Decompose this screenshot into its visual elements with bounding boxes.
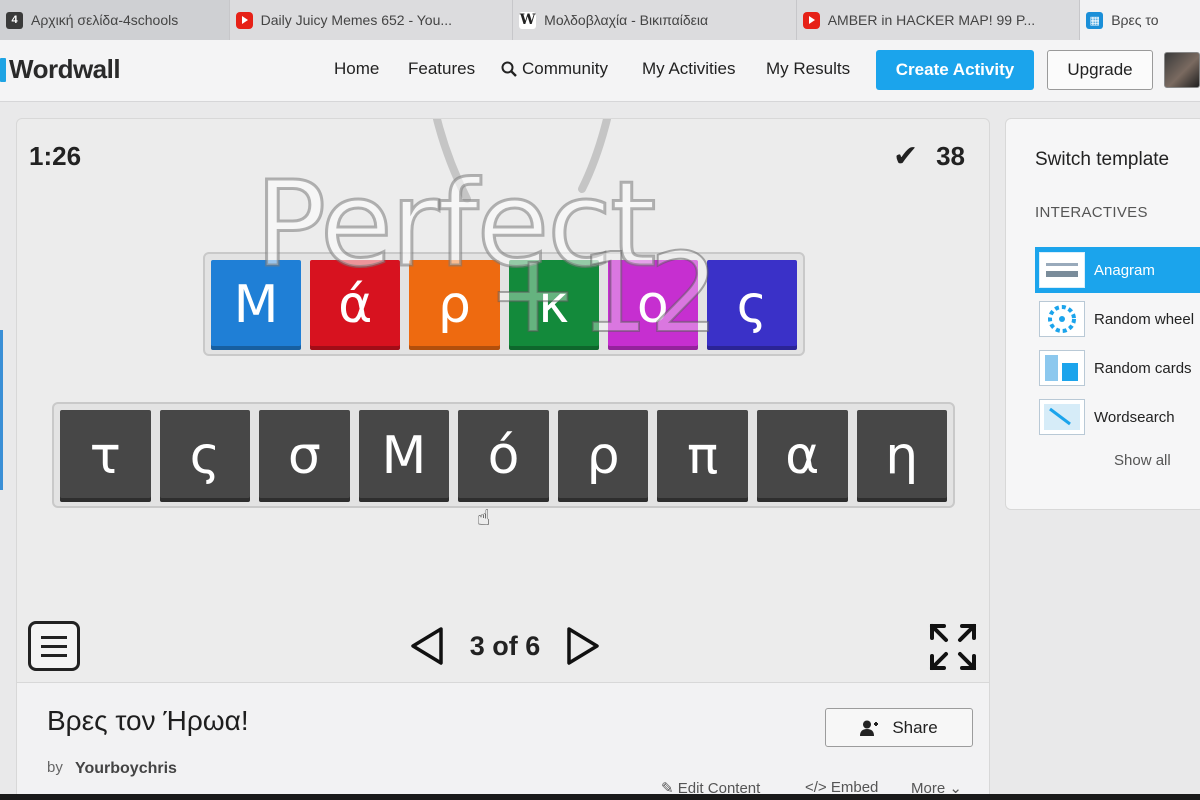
nav-features[interactable]: Features — [408, 59, 475, 79]
tab-label: Daily Juicy Memes 652 - You... — [260, 12, 453, 28]
bonus-overlay: +12 — [486, 228, 720, 358]
score: ✔ 38 — [893, 139, 965, 174]
previous-arrow-icon[interactable] — [407, 626, 447, 666]
random-cards-icon — [1039, 350, 1085, 386]
site-header: Wordwall Home Features Community My Acti… — [0, 40, 1200, 102]
activity-info: Βρες τον Ήρωα! by Yourboychris Share ✎ E… — [16, 683, 990, 800]
letter-pool-tray: τςσΜόρπαη — [52, 402, 955, 508]
nav-home[interactable]: Home — [334, 59, 379, 79]
left-edge-strip — [0, 330, 3, 490]
pagination: 3 of 6 — [407, 624, 603, 668]
share-button[interactable]: Share — [825, 708, 973, 747]
browser-tab-youtube-memes[interactable]: Daily Juicy Memes 652 - You... — [230, 0, 514, 40]
nav-community-label: Community — [522, 59, 608, 78]
logo-text: Wordwall — [9, 54, 121, 84]
pool-letter-tile[interactable]: ς — [159, 410, 251, 502]
browser-tab-4schools[interactable]: 4 Αρχική σελίδα-4schools — [0, 0, 230, 40]
create-activity-button[interactable]: Create Activity — [876, 50, 1034, 90]
template-random-wheel[interactable]: Random wheel — [1035, 296, 1200, 342]
switch-template-panel: Switch template INTERACTIVES Anagram Ran… — [1005, 118, 1200, 510]
interactives-heading: INTERACTIVES — [1035, 204, 1148, 221]
nav-my-results[interactable]: My Results — [766, 59, 850, 79]
search-icon — [501, 61, 517, 77]
menu-bar — [41, 653, 67, 657]
template-label: Anagram — [1094, 261, 1155, 279]
template-label: Random cards — [1094, 359, 1192, 377]
menu-button[interactable] — [28, 621, 80, 671]
wikipedia-icon: W — [519, 11, 537, 29]
menu-bar — [41, 635, 67, 639]
browser-tab-youtube-amber[interactable]: AMBER in HACKER MAP! 99 P... — [797, 0, 1081, 40]
pool-letter-tile[interactable]: α — [756, 410, 848, 502]
timer: 1:26 — [29, 141, 82, 171]
activity-title: Βρες τον Ήρωα! — [47, 705, 249, 736]
tab-label: Βρες το — [1111, 12, 1159, 28]
fullscreen-icon[interactable] — [929, 623, 977, 671]
answer-letter-tile[interactable]: ς — [706, 260, 798, 350]
game-area: 1:26 ✔ 38 Μάρκος τςσΜόρπαη Perfect +12 3… — [16, 118, 990, 683]
template-wordsearch[interactable]: Wordsearch — [1035, 394, 1200, 440]
wordwall-icon: ▦ — [1086, 11, 1104, 29]
tab-label: Μολδοβλαχία - Βικιπαίδεια — [544, 12, 709, 28]
next-arrow-icon[interactable] — [563, 626, 603, 666]
template-label: Random wheel — [1094, 310, 1195, 328]
4schools-icon: 4 — [6, 11, 23, 29]
anagram-thumbnail-icon — [1039, 252, 1085, 288]
check-icon: ✔ — [892, 140, 919, 173]
by-label: by — [47, 759, 63, 776]
bottom-edge-bar — [0, 794, 1200, 800]
pool-letter-tile[interactable]: σ — [259, 410, 350, 502]
template-anagram[interactable]: Anagram — [1035, 247, 1200, 293]
switch-template-title: Switch template — [1035, 149, 1170, 170]
menu-bar — [41, 644, 67, 648]
pool-letter-tile[interactable]: Μ — [358, 410, 450, 502]
browser-tab-wordwall[interactable]: ▦ Βρες το — [1080, 0, 1200, 40]
template-random-cards[interactable]: Random cards — [1035, 345, 1200, 391]
show-all-link[interactable]: Show all — [1114, 452, 1171, 469]
pool-letter-tile[interactable]: τ — [60, 410, 151, 502]
browser-tab-wikipedia[interactable]: W Μολδοβλαχία - Βικιπαίδεια — [513, 0, 797, 40]
logo-mark-icon — [0, 57, 6, 82]
author-link[interactable]: Yourboychris — [75, 760, 177, 778]
tab-label: AMBER in HACKER MAP! 99 P... — [827, 12, 1036, 28]
score-value: 38 — [936, 141, 965, 171]
browser-tab-bar: 4 Αρχική σελίδα-4schools Daily Juicy Mem… — [0, 0, 1200, 40]
avatar[interactable] — [1164, 52, 1200, 88]
upgrade-button[interactable]: Upgrade — [1047, 50, 1153, 90]
random-wheel-icon — [1039, 301, 1085, 337]
nav-community[interactable]: Community — [501, 59, 608, 79]
share-label: Share — [892, 717, 938, 737]
template-label: Wordsearch — [1094, 408, 1175, 426]
user-icon — [860, 720, 879, 736]
page-indicator: 3 of 6 — [469, 630, 541, 661]
nav-my-activities[interactable]: My Activities — [642, 59, 736, 79]
wordsearch-icon — [1039, 399, 1085, 435]
hand-cursor-icon: ☝ — [477, 505, 491, 530]
pool-letter-tile[interactable]: η — [856, 410, 948, 502]
youtube-icon — [802, 11, 820, 29]
tab-label: Αρχική σελίδα-4schools — [31, 12, 179, 28]
youtube-icon — [235, 11, 253, 29]
pool-letter-tile[interactable]: π — [657, 410, 748, 502]
pool-letter-tile[interactable]: ό — [458, 410, 549, 502]
pool-letter-tile[interactable]: ρ — [557, 410, 649, 502]
wordwall-logo[interactable]: Wordwall — [0, 54, 121, 85]
